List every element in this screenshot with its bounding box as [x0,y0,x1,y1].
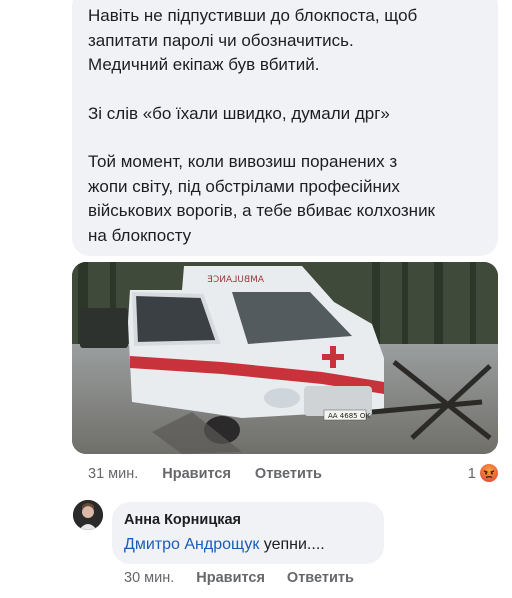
comment-paragraph-2: Зі слів «бо їхали швидко, думали дрг» [88,103,390,123]
reply-author-name[interactable]: Анна Корницкая [124,512,372,528]
reactions[interactable]: 1 [468,464,498,482]
reply-text: Дмитро Андрощук уепни.... [124,536,372,554]
attached-photo[interactable]: AMBULANCE АА 4685 ОК [72,262,498,454]
comment-paragraph-3: Той момент, коли вивозиш поранених з жоп… [88,152,435,245]
ambulance-label: AMBULANCE [207,275,264,285]
reply-time[interactable]: 30 мин. [124,570,174,586]
reply-reply-button[interactable]: Ответить [287,570,354,586]
reply-body: уепни.... [259,536,325,553]
comment-bubble: Навіть не підпустивши до блокпоста, щоб … [72,0,498,256]
plate-text: АА 4685 ОК [328,412,370,420]
reaction-count: 1 [467,464,476,482]
reply-like-button[interactable]: Нравится [196,570,265,586]
like-button[interactable]: Нравится [162,466,231,482]
reply-meta: 30 мин. Нравится Ответить [124,570,376,586]
mention-link[interactable]: Дмитро Андрощук [124,536,259,553]
ambulance-photo-image: AMBULANCE АА 4685 ОК [72,262,498,454]
comment-meta: 31 мин. Нравится Ответить 1 [88,464,498,484]
reply-comment-bubble: Анна Корницкая Дмитро Андрощук уепни.... [112,502,384,564]
comment-time[interactable]: 31 мин. [88,466,138,482]
angry-reaction-icon [480,464,498,482]
avatar[interactable] [73,500,103,530]
reply-button[interactable]: Ответить [255,466,322,482]
comment-paragraph-1: Навіть не підпустивши до блокпоста, щоб … [88,6,418,74]
